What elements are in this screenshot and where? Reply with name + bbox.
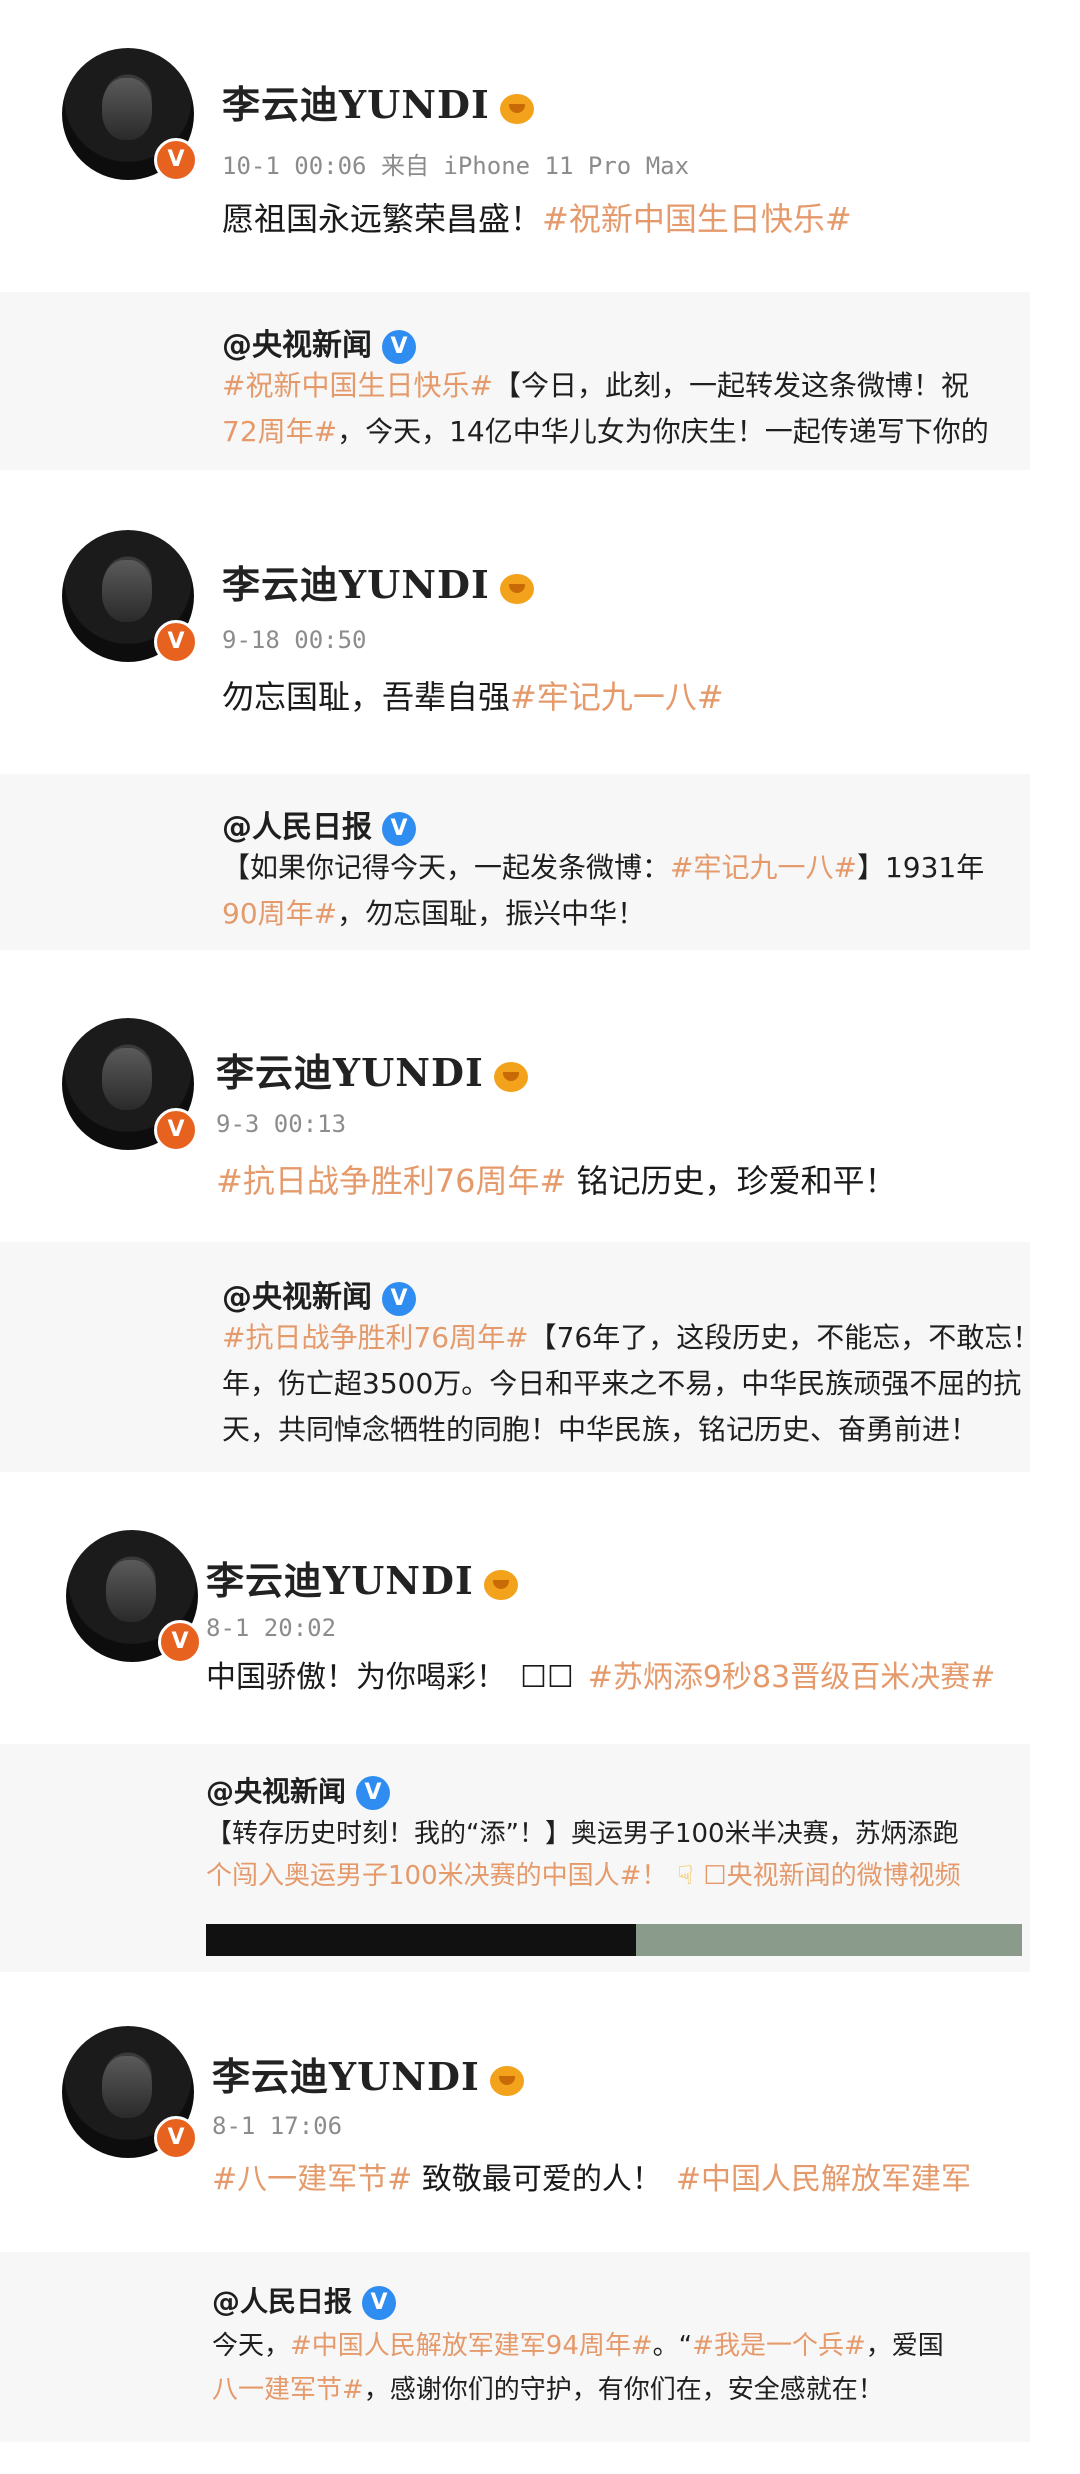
hashtag-link[interactable]: 90周年# — [222, 897, 337, 930]
verified-blue-icon: V — [382, 811, 416, 846]
hashtag-link[interactable]: #抗日战争胜利76周年# — [222, 1321, 529, 1354]
repost-line: #祝新中国生日快乐#【今日，此刻，一起转发这条微博！祝 — [222, 369, 969, 402]
emoji-icon: ☐☐ — [520, 1660, 574, 1695]
verified-badge-icon: V — [154, 138, 198, 182]
post-text: 愿祖国永远繁荣昌盛！#祝新中国生日快乐# — [222, 200, 852, 238]
post-text: 中国骄傲！为你喝彩！ ☐☐ #苏炳添9秒83晋级百米决赛# — [206, 1660, 996, 1695]
vip-crown-icon — [499, 93, 534, 124]
hashtag-link[interactable]: #苏炳添9秒83晋级百米决赛# — [588, 1660, 996, 1695]
repost-line: 72周年#，今天，14亿中华儿女为你庆生！一起传递写下你的 — [222, 415, 989, 448]
repost-source[interactable]: @央视新闻 V — [222, 320, 416, 364]
reposted-card[interactable]: @央视新闻 V #抗日战争胜利76周年#【76年了，这段历史，不能忘，不敢忘！ 年… — [0, 1242, 1030, 1472]
hashtag-link[interactable]: #八一建军节# — [212, 2162, 412, 2197]
post-meta: 8-1 20:02 — [206, 1614, 337, 1642]
hashtag-link[interactable]: #祝新中国生日快乐# — [222, 369, 493, 402]
vip-crown-icon — [489, 2065, 524, 2096]
verified-blue-icon: V — [382, 329, 416, 364]
repost-line: 八一建军节#，感谢你们的守护，有你们在，安全感就在！ — [212, 2375, 884, 2405]
verified-badge-icon: V — [158, 1620, 202, 1664]
author-name[interactable]: 李云迪YUNDI — [222, 554, 534, 609]
author-name[interactable]: 李云迪YUNDI — [216, 1042, 528, 1097]
author-name[interactable]: 李云迪YUNDI — [222, 74, 534, 129]
post-meta: 10-1 00:06 来自 iPhone 11 Pro Max — [222, 152, 690, 180]
repost-line: #抗日战争胜利76周年#【76年了，这段历史，不能忘，不敢忘！ — [222, 1321, 1030, 1354]
post-meta: 9-3 00:13 — [216, 1110, 347, 1138]
repost-source[interactable]: @央视新闻 V — [206, 1770, 391, 1810]
author-name[interactable]: 李云迪YUNDI — [206, 1550, 518, 1605]
video-link[interactable]: ☐央视新闻的微博视频 — [703, 1861, 960, 1891]
vip-crown-icon — [483, 1569, 518, 1600]
hashtag-link[interactable]: #中国人民解放军建军 — [676, 2162, 971, 2197]
vip-crown-icon — [493, 1061, 528, 1092]
post-meta: 9-18 00:50 — [222, 626, 367, 654]
weibo-post: V 李云迪YUNDI 8-1 17:06 #八一建军节# 致敬最可爱的人！ #中国… — [0, 2000, 1080, 2474]
repost-line: 个闯入奥运男子100米决赛的中国人#！ ☟ ☐央视新闻的微博视频 — [206, 1856, 1022, 1896]
hashtag-link[interactable]: #抗日战争胜利76周年# — [216, 1162, 566, 1200]
weibo-post: V 李云迪YUNDI 8-1 20:02 中国骄傲！为你喝彩！ ☐☐ #苏炳添9秒8… — [0, 1500, 1080, 2000]
repost-line: 天，共同悼念牺牲的同胞！中华民族，铭记历史、奋勇前进！ — [222, 1413, 979, 1446]
author-avatar[interactable]: V — [66, 1530, 202, 1664]
author-avatar[interactable]: V — [62, 48, 198, 182]
hashtag-link[interactable]: 八一建军节# — [212, 2375, 364, 2405]
verified-blue-icon: V — [356, 1776, 391, 1810]
verified-blue-icon: V — [362, 2286, 397, 2320]
reposted-card[interactable]: @人民日报 V 【如果你记得今天，一起发条微博：#牢记九一八#】1931年 90周… — [0, 774, 1030, 950]
post-text: 勿忘国耻，吾辈自强#牢记九一八# — [222, 678, 724, 716]
hashtag-link[interactable]: #祝新中国生日快乐# — [542, 200, 852, 238]
video-thumbnail-right[interactable] — [636, 1924, 1022, 1956]
hashtag-link[interactable]: #我是一个兵# — [692, 2331, 866, 2361]
vip-crown-icon — [499, 573, 534, 604]
reposted-card[interactable]: @央视新闻 V 【转存历史时刻！我的“添”！】奥运男子100米半决赛，苏炳添跑 个… — [0, 1744, 1030, 1972]
repost-line: 90周年#，勿忘国耻，振兴中华！ — [222, 897, 646, 930]
repost-source[interactable]: @央视新闻 V — [222, 1272, 416, 1316]
repost-line: 今天，#中国人民解放军建军94周年#。“#我是一个兵#，爱国 — [212, 2331, 944, 2361]
repost-line: 【转存历史时刻！我的“添”！】奥运男子100米半决赛，苏炳添跑 — [206, 1819, 959, 1849]
weibo-post: V 李云迪YUNDI 9-18 00:50 勿忘国耻，吾辈自强#牢记九一八# @… — [0, 470, 1080, 960]
reposted-card[interactable]: @人民日报 V 今天，#中国人民解放军建军94周年#。“#我是一个兵#，爱国 八一… — [0, 2252, 1030, 2442]
hashtag-link[interactable]: #牢记九一八# — [670, 851, 857, 884]
author-name[interactable]: 李云迪YUNDI — [212, 2046, 524, 2101]
verified-badge-icon: V — [154, 620, 198, 664]
post-text: #抗日战争胜利76周年# 铭记历史，珍爱和平！ — [216, 1162, 897, 1200]
author-avatar[interactable]: V — [62, 530, 198, 664]
repost-line: 【如果你记得今天，一起发条微博：#牢记九一八#】1931年 — [222, 851, 985, 884]
author-avatar[interactable]: V — [62, 1018, 198, 1152]
weibo-post: V 李云迪YUNDI 9-3 00:13 #抗日战争胜利76周年# 铭记历史，珍… — [0, 960, 1080, 1500]
author-avatar[interactable]: V — [62, 2026, 198, 2160]
hashtag-link[interactable]: #牢记九一八# — [510, 678, 724, 716]
verified-badge-icon: V — [154, 1108, 198, 1152]
hashtag-link[interactable]: 72周年# — [222, 415, 337, 448]
verified-blue-icon: V — [382, 1281, 416, 1316]
pointing-hand-icon: ☟ — [677, 1861, 694, 1891]
verified-badge-icon: V — [154, 2116, 198, 2160]
video-thumbnail[interactable] — [206, 1924, 636, 1956]
weibo-post: V 李云迪YUNDI 10-1 00:06 来自 iPhone 11 Pro M… — [0, 0, 1080, 470]
hashtag-link[interactable]: #中国人民解放军建军94周年# — [290, 2331, 653, 2361]
post-meta: 8-1 17:06 — [212, 2112, 343, 2140]
repost-source[interactable]: @人民日报 V — [222, 802, 416, 846]
repost-source[interactable]: @人民日报 V — [212, 2280, 397, 2320]
repost-line: 年，伤亡超3500万。今日和平来之不易，中华民族顽强不屈的抗 — [222, 1367, 1022, 1400]
reposted-card[interactable]: @央视新闻 V #祝新中国生日快乐#【今日，此刻，一起转发这条微博！祝 72周年#… — [0, 292, 1030, 470]
hashtag-link[interactable]: 个闯入奥运男子100米决赛的中国人#！ — [206, 1861, 667, 1891]
post-text: #八一建军节# 致敬最可爱的人！ #中国人民解放军建军 — [212, 2162, 971, 2197]
